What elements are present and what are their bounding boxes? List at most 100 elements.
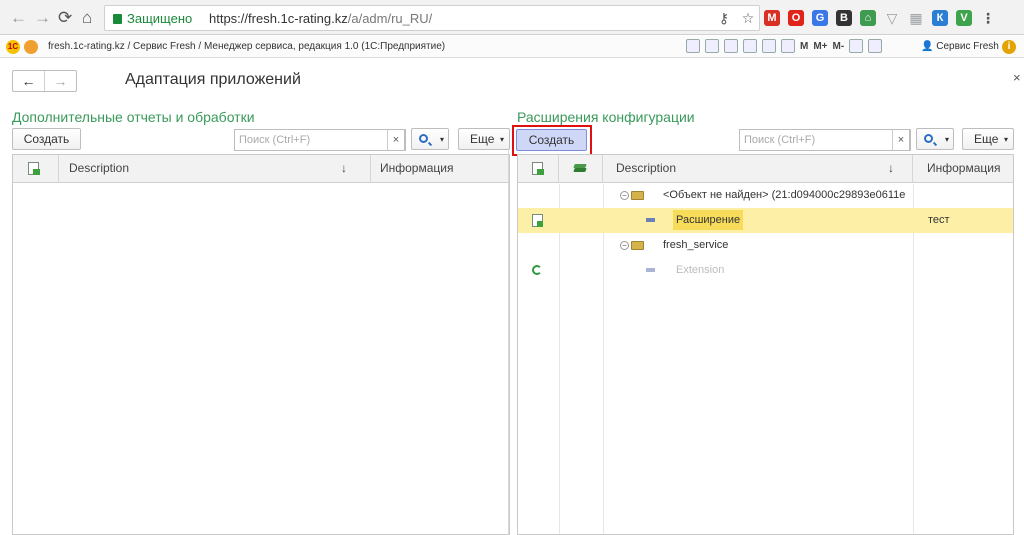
chevron-down-icon: ▾ [440, 135, 445, 144]
main-menu-icon[interactable] [24, 40, 38, 54]
k-icon[interactable]: К [932, 10, 948, 26]
extension-icon [646, 218, 655, 223]
left-create-button[interactable]: Создать [12, 128, 81, 150]
history-nav: ← → [12, 70, 77, 92]
memory-button[interactable]: M [800, 41, 808, 52]
url-path: /a/adm/ru_RU/ [347, 11, 433, 26]
left-search-button[interactable]: ▾ [411, 128, 449, 150]
back-button[interactable]: ← [13, 71, 44, 91]
reload-icon[interactable]: ⟳ [58, 8, 72, 28]
row-marker [646, 258, 655, 283]
row-description: Extension [676, 264, 725, 276]
right-more-button[interactable]: Еще ▾ [962, 128, 1014, 150]
right-col-description[interactable]: Description ↓ [603, 155, 913, 183]
opera-icon[interactable]: O [788, 10, 804, 26]
right-search-input[interactable]: Поиск (Ctrl+F) × [739, 129, 911, 151]
table-row[interactable]: − fresh_service [518, 233, 1013, 258]
left-table-header: Description ↓ Информация [13, 155, 509, 183]
right-section-title: Расширения конфигурации [517, 109, 695, 125]
sort-arrow-icon: ↓ [888, 161, 894, 175]
sort-arrow-icon: ↓ [341, 161, 347, 175]
back-icon[interactable]: ← [10, 8, 27, 28]
extension-icon [646, 268, 655, 273]
attach-icon[interactable] [724, 39, 738, 53]
chevron-down-icon: ▾ [500, 135, 505, 144]
row-marker [646, 208, 655, 233]
translate-icon[interactable]: G [812, 10, 828, 26]
layers-icon [573, 164, 587, 173]
left-search-clear-button[interactable]: × [387, 129, 405, 151]
save-icon[interactable] [686, 39, 700, 53]
zoom-icon[interactable] [849, 39, 864, 53]
left-col-status[interactable] [13, 155, 59, 183]
memory-plus-button[interactable]: M+ [813, 41, 827, 52]
collapse-icon[interactable]: − [620, 190, 629, 200]
app-titlebar: 1С fresh.1c-rating.kz / Сервис Fresh / М… [0, 36, 1024, 58]
left-search-input[interactable]: Поиск (Ctrl+F) × [234, 129, 406, 151]
right-search-placeholder: Поиск (Ctrl+F) [744, 134, 816, 146]
address-bar[interactable]: Защищено https://fresh.1c-rating.kz/a/ad… [104, 5, 760, 31]
forward-button[interactable]: → [44, 71, 76, 91]
secure-indicator[interactable]: Защищено [113, 11, 192, 26]
b-icon[interactable]: B [836, 10, 852, 26]
right-more-label: Еще [974, 132, 999, 146]
info-icon[interactable]: i [1002, 40, 1016, 54]
print-preview-icon[interactable] [743, 39, 757, 53]
search-icon [924, 134, 933, 143]
panel-splitter[interactable] [508, 150, 509, 535]
left-more-button[interactable]: Еще ▾ [458, 128, 510, 150]
table-row[interactable]: − <Объект не найден> (21:d094000c29893e0… [518, 183, 1013, 208]
left-more-label: Еще [470, 132, 495, 146]
document-icon [532, 213, 543, 227]
right-col-description-label: Description [616, 161, 677, 175]
left-col-description[interactable]: Description ↓ [59, 155, 371, 183]
page-title: Адаптация приложений [125, 71, 301, 88]
right-col-status[interactable] [518, 155, 559, 183]
star-icon[interactable]: ☆ [740, 10, 756, 26]
close-icon[interactable]: × [1013, 70, 1021, 85]
table-row[interactable]: Extension [518, 258, 1013, 283]
key-icon[interactable]: ⚷ [716, 10, 732, 26]
left-col-info[interactable]: Информация [371, 155, 509, 183]
group-marker: − [620, 233, 644, 258]
extension-bar: ⚷ ☆ M O G B ⌂ ▽ ▦ К V ⋮ [716, 8, 996, 28]
right-table-header: Description ↓ Информация [518, 155, 1013, 183]
menu-icon[interactable]: ⋮ [980, 10, 996, 26]
memory-minus-button[interactable]: M- [833, 41, 845, 52]
gmail-icon[interactable]: M [764, 10, 780, 26]
right-create-button[interactable]: Создать [516, 129, 587, 151]
forward-icon[interactable]: → [34, 8, 51, 28]
home-icon[interactable]: ⌂ [860, 10, 876, 26]
grid-icon[interactable]: ▦ [908, 10, 924, 26]
row-description: <Объект не найден> (21:d094000c29893e061… [663, 189, 906, 201]
chevron-down-icon: ▾ [1004, 135, 1009, 144]
left-col-description-label: Description [69, 161, 130, 175]
right-col-info[interactable]: Информация [913, 155, 1013, 183]
folder-icon [631, 240, 644, 250]
left-search-placeholder: Поиск (Ctrl+F) [239, 134, 311, 146]
right-col-layer[interactable] [559, 155, 603, 183]
url-text[interactable]: https://fresh.1c-rating.kz/a/adm/ru_RU/ [209, 11, 432, 26]
current-user[interactable]: 👤 Сервис Fresh [921, 41, 999, 52]
shield-icon[interactable]: ▽ [884, 10, 900, 26]
row-status [532, 258, 542, 283]
left-table[interactable]: Description ↓ Информация [12, 154, 510, 535]
lock-icon [113, 14, 122, 24]
group-marker: − [620, 183, 644, 208]
calendar-icon[interactable] [781, 39, 795, 53]
right-search-button[interactable]: ▾ [916, 128, 954, 150]
v-icon[interactable]: V [956, 10, 972, 26]
left-section-title: Дополнительные отчеты и обработки [12, 109, 255, 125]
folder-icon [631, 190, 644, 200]
table-row-selected[interactable]: Расширение тест [518, 208, 1013, 233]
calculator-icon[interactable] [762, 39, 776, 53]
right-table[interactable]: Description ↓ Информация − <Объект не на… [517, 154, 1014, 535]
collapse-icon[interactable]: − [620, 240, 629, 250]
document-icon [532, 162, 544, 175]
print-icon[interactable] [705, 39, 719, 53]
home-icon[interactable]: ⌂ [82, 8, 92, 28]
row-description: Расширение [673, 208, 744, 233]
row-description: fresh_service [663, 239, 729, 251]
right-search-clear-button[interactable]: × [892, 129, 910, 151]
panels-icon[interactable] [868, 39, 883, 53]
